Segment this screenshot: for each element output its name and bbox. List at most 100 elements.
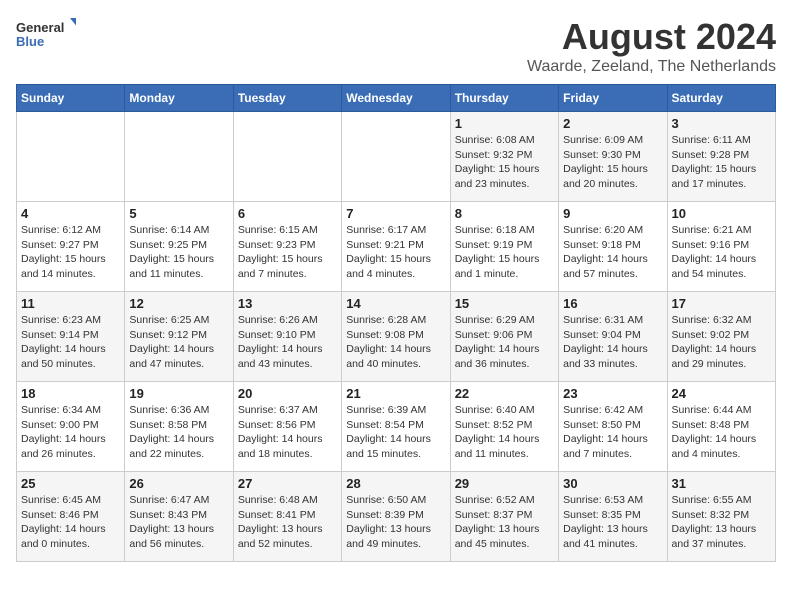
day-info-line: Daylight: 15 hours [346, 252, 445, 267]
day-info-line: Daylight: 15 hours [238, 252, 337, 267]
day-info-line: Daylight: 14 hours [563, 432, 662, 447]
day-info-line: Sunrise: 6:28 AM [346, 313, 445, 328]
day-info-line: and 54 minutes. [672, 267, 771, 282]
calendar-day-cell: 27Sunrise: 6:48 AMSunset: 8:41 PMDayligh… [233, 472, 341, 562]
calendar-day-cell: 21Sunrise: 6:39 AMSunset: 8:54 PMDayligh… [342, 382, 450, 472]
day-number: 17 [672, 296, 771, 311]
logo-svg: General Blue [16, 16, 76, 56]
day-number: 2 [563, 116, 662, 131]
day-info-line: and 7 minutes. [563, 447, 662, 462]
day-info-line: Sunrise: 6:29 AM [455, 313, 554, 328]
day-info-line: Sunrise: 6:18 AM [455, 223, 554, 238]
day-info-line: Sunrise: 6:40 AM [455, 403, 554, 418]
calendar-day-cell: 22Sunrise: 6:40 AMSunset: 8:52 PMDayligh… [450, 382, 558, 472]
day-info-line: Sunrise: 6:15 AM [238, 223, 337, 238]
day-number: 15 [455, 296, 554, 311]
day-info-line: Sunset: 8:50 PM [563, 418, 662, 433]
day-info-line: Daylight: 14 hours [672, 432, 771, 447]
svg-text:Blue: Blue [16, 34, 44, 49]
calendar-day-cell: 20Sunrise: 6:37 AMSunset: 8:56 PMDayligh… [233, 382, 341, 472]
day-info-line: Daylight: 13 hours [672, 522, 771, 537]
day-number: 18 [21, 386, 120, 401]
calendar-week-row: 18Sunrise: 6:34 AMSunset: 9:00 PMDayligh… [17, 382, 776, 472]
day-info-line: Sunrise: 6:31 AM [563, 313, 662, 328]
day-info-line: Sunset: 9:28 PM [672, 148, 771, 163]
day-info-line: Daylight: 15 hours [455, 162, 554, 177]
day-info-line: Sunset: 8:32 PM [672, 508, 771, 523]
day-info-line: Sunset: 9:16 PM [672, 238, 771, 253]
day-info-line: Sunrise: 6:32 AM [672, 313, 771, 328]
day-info-line: and 57 minutes. [563, 267, 662, 282]
day-info-line: Daylight: 14 hours [21, 342, 120, 357]
day-info-line: Daylight: 13 hours [455, 522, 554, 537]
day-info-line: Sunrise: 6:21 AM [672, 223, 771, 238]
weekday-header-cell: Monday [125, 85, 233, 112]
svg-text:General: General [16, 20, 64, 35]
day-info-line: Sunset: 8:35 PM [563, 508, 662, 523]
day-info-line: Sunset: 9:21 PM [346, 238, 445, 253]
day-info-line: Sunset: 9:23 PM [238, 238, 337, 253]
day-info-line: Sunrise: 6:53 AM [563, 493, 662, 508]
day-number: 29 [455, 476, 554, 491]
calendar-week-row: 11Sunrise: 6:23 AMSunset: 9:14 PMDayligh… [17, 292, 776, 382]
calendar-day-cell: 5Sunrise: 6:14 AMSunset: 9:25 PMDaylight… [125, 202, 233, 292]
day-info-line: Sunrise: 6:42 AM [563, 403, 662, 418]
day-info-line: Daylight: 15 hours [129, 252, 228, 267]
day-info-line: Sunset: 8:48 PM [672, 418, 771, 433]
day-info-line: Sunrise: 6:39 AM [346, 403, 445, 418]
day-info-line: and 15 minutes. [346, 447, 445, 462]
day-info-line: Daylight: 13 hours [238, 522, 337, 537]
day-info-line: Sunrise: 6:48 AM [238, 493, 337, 508]
day-info-line: Sunrise: 6:52 AM [455, 493, 554, 508]
day-number: 3 [672, 116, 771, 131]
day-info-line: Sunrise: 6:12 AM [21, 223, 120, 238]
day-number: 7 [346, 206, 445, 221]
day-info-line: Sunset: 9:27 PM [21, 238, 120, 253]
day-info-line: Sunset: 9:18 PM [563, 238, 662, 253]
day-info-line: and 41 minutes. [563, 537, 662, 552]
logo: General Blue [16, 16, 76, 56]
day-info-line: Sunset: 9:14 PM [21, 328, 120, 343]
day-info-line: Daylight: 14 hours [346, 432, 445, 447]
calendar-day-cell: 14Sunrise: 6:28 AMSunset: 9:08 PMDayligh… [342, 292, 450, 382]
day-info-line: Sunrise: 6:45 AM [21, 493, 120, 508]
day-number: 4 [21, 206, 120, 221]
day-number: 19 [129, 386, 228, 401]
calendar-table: SundayMondayTuesdayWednesdayThursdayFrid… [16, 84, 776, 562]
calendar-day-cell: 4Sunrise: 6:12 AMSunset: 9:27 PMDaylight… [17, 202, 125, 292]
calendar-day-cell: 3Sunrise: 6:11 AMSunset: 9:28 PMDaylight… [667, 112, 775, 202]
day-info-line: and 33 minutes. [563, 357, 662, 372]
day-info-line: Daylight: 13 hours [346, 522, 445, 537]
day-number: 8 [455, 206, 554, 221]
day-info-line: Sunrise: 6:17 AM [346, 223, 445, 238]
day-info-line: Sunrise: 6:25 AM [129, 313, 228, 328]
day-number: 11 [21, 296, 120, 311]
day-info-line: Sunrise: 6:37 AM [238, 403, 337, 418]
day-number: 22 [455, 386, 554, 401]
day-info-line: Sunrise: 6:08 AM [455, 133, 554, 148]
day-info-line: Daylight: 13 hours [563, 522, 662, 537]
day-info-line: and 50 minutes. [21, 357, 120, 372]
weekday-header-cell: Wednesday [342, 85, 450, 112]
calendar-day-cell: 8Sunrise: 6:18 AMSunset: 9:19 PMDaylight… [450, 202, 558, 292]
calendar-body: 1Sunrise: 6:08 AMSunset: 9:32 PMDaylight… [17, 112, 776, 562]
day-info-line: Sunset: 9:04 PM [563, 328, 662, 343]
day-number: 31 [672, 476, 771, 491]
day-number: 27 [238, 476, 337, 491]
day-info-line: Sunset: 8:39 PM [346, 508, 445, 523]
weekday-header-row: SundayMondayTuesdayWednesdayThursdayFrid… [17, 85, 776, 112]
day-info-line: Sunset: 9:06 PM [455, 328, 554, 343]
day-info-line: and 36 minutes. [455, 357, 554, 372]
day-number: 23 [563, 386, 662, 401]
calendar-day-cell: 24Sunrise: 6:44 AMSunset: 8:48 PMDayligh… [667, 382, 775, 472]
day-info-line: Sunset: 8:54 PM [346, 418, 445, 433]
day-info-line: Sunrise: 6:44 AM [672, 403, 771, 418]
day-info-line: and 4 minutes. [672, 447, 771, 462]
calendar-day-cell: 10Sunrise: 6:21 AMSunset: 9:16 PMDayligh… [667, 202, 775, 292]
weekday-header-cell: Thursday [450, 85, 558, 112]
calendar-day-cell: 1Sunrise: 6:08 AMSunset: 9:32 PMDaylight… [450, 112, 558, 202]
day-info-line: and 1 minute. [455, 267, 554, 282]
day-info-line: Daylight: 14 hours [563, 252, 662, 267]
day-info-line: Daylight: 14 hours [455, 432, 554, 447]
day-number: 25 [21, 476, 120, 491]
